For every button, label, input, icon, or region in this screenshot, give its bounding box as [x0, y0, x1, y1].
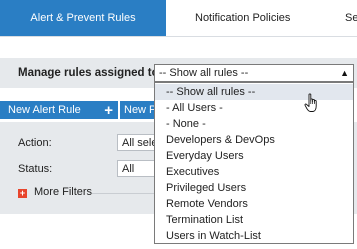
manage-rules-label: Manage rules assigned to — [18, 67, 159, 79]
new-alert-rule-button[interactable]: New Alert Rule + — [0, 101, 118, 119]
option-none[interactable]: - None - — [155, 116, 353, 132]
plus-square-icon[interactable]: + — [18, 189, 27, 198]
option-executives[interactable]: Executives — [155, 164, 353, 180]
hand-cursor-icon — [304, 93, 317, 112]
manage-rules-selected-value: -- Show all rules -- — [159, 67, 249, 79]
tab-settings-partial[interactable]: Se — [345, 0, 357, 36]
status-filter-label: Status: — [18, 163, 53, 175]
option-everyday-users[interactable]: Everyday Users — [155, 148, 353, 164]
tab-alert-prevent-rules[interactable]: Alert & Prevent Rules — [0, 0, 166, 36]
option-termination-list[interactable]: Termination List — [155, 212, 353, 228]
plus-icon: + — [104, 101, 113, 119]
new-alert-rule-label: New Alert Rule — [8, 104, 81, 116]
option-remote-vendors[interactable]: Remote Vendors — [155, 196, 353, 212]
option-all-users[interactable]: - All Users - — [155, 100, 353, 116]
option-privileged-users[interactable]: Privileged Users — [155, 180, 353, 196]
manage-rules-select[interactable]: -- Show all rules -- ▲ — [154, 64, 354, 82]
action-filter-label: Action: — [18, 137, 52, 149]
caret-up-icon: ▲ — [340, 68, 349, 78]
manage-rules-dropdown: -- Show all rules -- - All Users - - Non… — [154, 82, 354, 244]
option-users-in-watch-list[interactable]: Users in Watch-List — [155, 228, 353, 244]
option-show-all-rules[interactable]: -- Show all rules -- — [155, 84, 353, 100]
tab-notification-policies[interactable]: Notification Policies — [195, 0, 291, 36]
option-developers-devops[interactable]: Developers & DevOps — [155, 132, 353, 148]
more-filters-link[interactable]: More Filters — [34, 186, 92, 198]
tab-divider — [0, 36, 357, 37]
